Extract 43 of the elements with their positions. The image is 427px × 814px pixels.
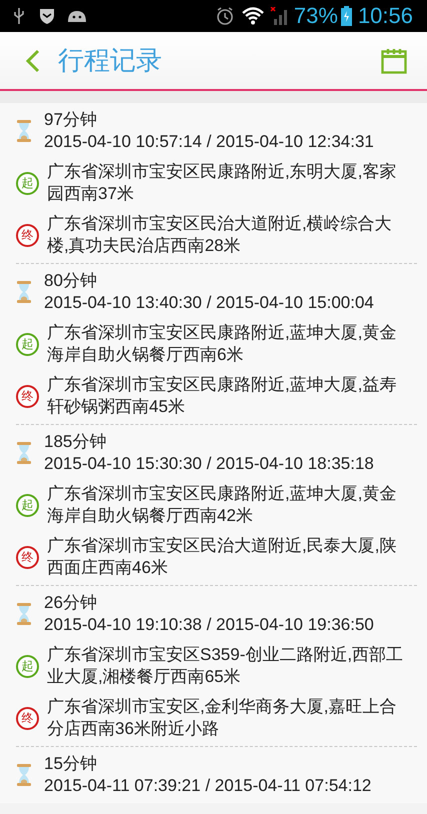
start-badge: 起 (16, 494, 39, 516)
shield-icon (40, 8, 54, 24)
trip-duration: 15分钟 (44, 753, 98, 775)
address-text: 广东省深圳市宝安区民康路附近,东明大厦,客家园西南37米 (47, 161, 398, 205)
signal-icon (268, 7, 288, 25)
trip-times: 2015-04-10 15:30:30 / 2015-04-10 18:35:18 (44, 453, 374, 475)
page-title: 行程记录 (58, 44, 162, 77)
address-text: 广东省深圳市宝安区,金利华商务大厦,嘉旺上合分店西南36米附近小路 (47, 696, 398, 740)
start-badge: 起 (16, 172, 39, 194)
end-badge: 终 (16, 224, 39, 246)
wifi-icon (242, 7, 264, 25)
hourglass-icon (16, 603, 32, 625)
trip-duration: 80分钟 (44, 270, 98, 292)
address-text: 广东省深圳市宝安区S359-创业二路附近,西部工业大厦,湘楼餐厅西南65米 (47, 644, 404, 688)
clock-time: 10:56 (358, 5, 413, 27)
address-text: 广东省深圳市宝安区民治大道附近,横岭综合大楼,真功夫民治店西南28米 (47, 213, 393, 257)
trip-times: 2015-04-10 10:57:14 / 2015-04-10 12:34:31 (44, 131, 374, 153)
alarm-icon (216, 7, 234, 25)
address-text: 广东省深圳市宝安区民康路附近,蓝坤大厦,益寿轩砂锅粥西南45米 (47, 374, 398, 418)
trip-times: 2015-04-10 19:10:38 / 2015-04-10 19:36:50 (44, 614, 374, 636)
battery-icon (340, 6, 352, 26)
address-text: 广东省深圳市宝安区民康路附近,蓝坤大厦,黄金海岸自助火锅餐厅西南6米 (47, 322, 398, 366)
android-icon (68, 10, 86, 22)
end-badge: 终 (16, 706, 39, 730)
trip-times: 2015-04-11 07:39:21 / 2015-04-11 07:54:12 (44, 775, 372, 797)
hourglass-icon (16, 120, 32, 142)
trip-duration: 26分钟 (44, 592, 98, 614)
battery-percent: 73% (294, 5, 338, 27)
address-text: 广东省深圳市宝安区民治大道附近,民泰大厦,陕西面庄西南46米 (47, 535, 398, 579)
hourglass-icon (16, 281, 32, 303)
end-badge: 终 (16, 384, 39, 408)
hourglass-icon (16, 442, 32, 464)
start-badge: 起 (16, 332, 39, 356)
hourglass-icon (16, 764, 32, 786)
trip-times: 2015-04-10 13:40:30 / 2015-04-10 15:00:04 (44, 292, 374, 314)
calendar-icon[interactable] (381, 48, 407, 74)
trip-duration: 185分钟 (44, 431, 108, 453)
usb-icon (14, 8, 24, 24)
trip-duration: 97分钟 (44, 109, 98, 131)
end-badge: 终 (16, 546, 39, 568)
start-badge: 起 (16, 654, 39, 678)
back-icon[interactable] (26, 48, 40, 72)
address-text: 广东省深圳市宝安区民康路附近,蓝坤大厦,黄金海岸自助火锅餐厅西南42米 (47, 483, 398, 527)
